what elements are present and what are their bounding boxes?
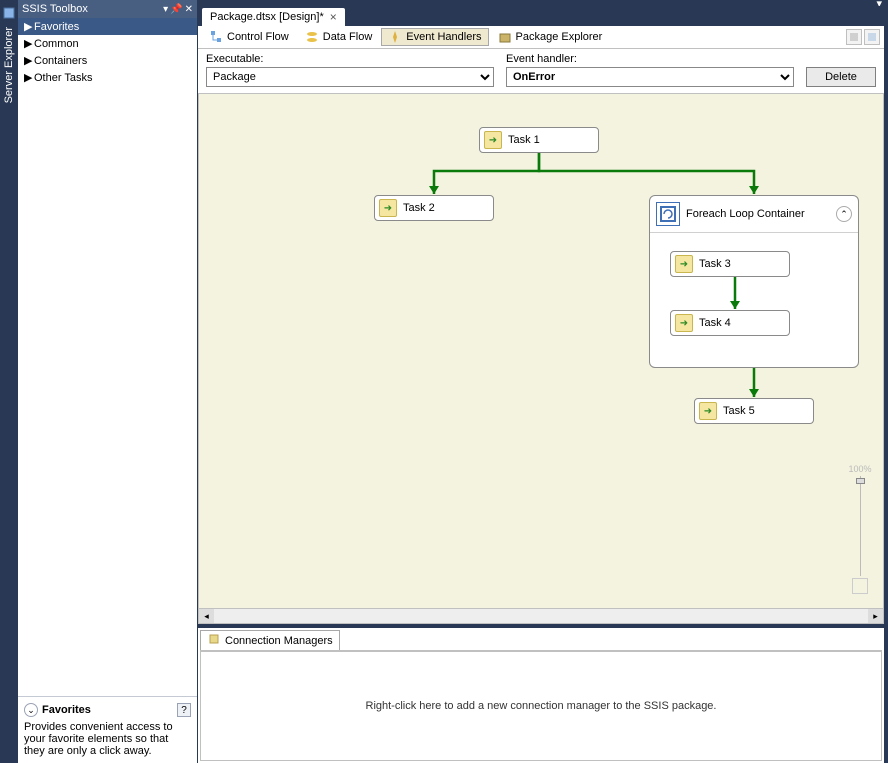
scroll-left-icon[interactable]: ◂ (199, 609, 214, 624)
data-flow-icon (305, 30, 319, 44)
designer-canvas[interactable]: ➜ Task 1 ➜ Task 2 Foreach Loop Container… (198, 93, 884, 624)
tab-data-flow[interactable]: Data Flow (298, 28, 380, 46)
task-icon: ➜ (484, 131, 502, 149)
task-label: Task 4 (699, 317, 731, 329)
connection-managers-label: Connection Managers (225, 635, 333, 647)
help-icon[interactable]: ? (177, 703, 191, 717)
collapse-icon[interactable]: ⌃ (836, 206, 852, 222)
connection-managers-icon (207, 632, 221, 649)
task-node-task5[interactable]: ➜ Task 5 (694, 398, 814, 424)
scroll-right-icon[interactable]: ▸ (868, 609, 883, 624)
toolbox-pin-icon[interactable]: 📌 (170, 4, 182, 15)
task-label: Task 2 (403, 202, 435, 214)
task-label: Task 5 (723, 405, 755, 417)
zoom-track[interactable] (860, 476, 861, 576)
task-node-task4[interactable]: ➜ Task 4 (670, 310, 790, 336)
server-explorer-strip[interactable]: Server Explorer (0, 0, 18, 763)
foreach-loop-icon (656, 202, 680, 226)
server-explorer-label: Server Explorer (3, 24, 15, 106)
document-body: Control Flow Data Flow Event Handlers Pa… (198, 26, 884, 763)
toolbox-header: SSIS Toolbox ▾ 📌 ✕ (18, 0, 197, 18)
toolbox-close-icon[interactable]: ✕ (185, 4, 193, 15)
container-label: Foreach Loop Container (686, 208, 805, 220)
task-icon: ➜ (699, 402, 717, 420)
server-icon (2, 6, 16, 20)
toolbox-item-containers[interactable]: ▶Containers (18, 52, 197, 69)
ssis-toolbox-panel: SSIS Toolbox ▾ 📌 ✕ ▶Favorites ▶Common ▶C… (18, 0, 198, 763)
toolbox-description: ⌄ Favorites ? Provides convenient access… (18, 696, 197, 763)
toolbox-item-favorites[interactable]: ▶Favorites (18, 18, 197, 35)
foreach-loop-container[interactable]: Foreach Loop Container ⌃ ➜ Task 3 (649, 195, 859, 368)
designer-tab-label: Control Flow (227, 31, 289, 43)
toolbox-dropdown-icon[interactable]: ▾ (163, 4, 168, 15)
zoom-slider[interactable]: 100% (845, 464, 875, 594)
designer-tab-label: Event Handlers (406, 31, 481, 43)
toolbox-list: ▶Favorites ▶Common ▶Containers ▶Other Ta… (18, 18, 197, 696)
task-icon: ➜ (675, 314, 693, 332)
toolbox-item-label: Common (34, 38, 79, 50)
event-handlers-icon (388, 30, 402, 44)
designer-tab-label: Data Flow (323, 31, 373, 43)
task-icon: ➜ (675, 255, 693, 273)
toolbox-desc-text: Provides convenient access to your favor… (24, 721, 191, 757)
zoom-percent: 100% (848, 464, 871, 474)
parameters-icon[interactable] (846, 29, 862, 45)
tab-event-handlers[interactable]: Event Handlers (381, 28, 488, 46)
document-tab[interactable]: Package.dtsx [Design]* × (202, 8, 345, 26)
event-handler-select[interactable]: OnError (506, 67, 794, 87)
task-label: Task 3 (699, 258, 731, 270)
task-label: Task 1 (508, 134, 540, 146)
executable-select[interactable]: Package (206, 67, 494, 87)
control-flow-icon (209, 30, 223, 44)
horizontal-scrollbar[interactable]: ◂ ▸ (199, 608, 883, 623)
zoom-thumb[interactable] (856, 478, 865, 484)
tab-connection-managers[interactable]: Connection Managers (200, 630, 340, 650)
toolbox-title: SSIS Toolbox (22, 3, 163, 15)
event-handler-label: Event handler: (506, 53, 794, 65)
package-explorer-icon (498, 30, 512, 44)
executable-label: Executable: (206, 53, 494, 65)
document-tab-label: Package.dtsx [Design]* (210, 11, 324, 23)
connection-managers-panel: Connection Managers Right-click here to … (198, 624, 884, 763)
tab-package-explorer[interactable]: Package Explorer (491, 28, 610, 46)
main-area: ▾ Package.dtsx [Design]* × Control Flow … (198, 0, 888, 763)
tab-control-flow[interactable]: Control Flow (202, 28, 296, 46)
task-icon: ➜ (379, 199, 397, 217)
connection-managers-hint: Right-click here to add a new connection… (366, 700, 717, 712)
toolbox-item-common[interactable]: ▶Common (18, 35, 197, 52)
toolbox-item-label: Other Tasks (34, 72, 93, 84)
event-handler-selectors: Executable: Package Event handler: OnErr… (198, 49, 884, 93)
toolbox-item-other-tasks[interactable]: ▶Other Tasks (18, 69, 197, 86)
task-node-task2[interactable]: ➜ Task 2 (374, 195, 494, 221)
zoom-fit-icon[interactable] (852, 578, 868, 594)
designer-tab-strip: Control Flow Data Flow Event Handlers Pa… (198, 26, 884, 49)
task-node-task1[interactable]: ➜ Task 1 (479, 127, 599, 153)
connection-managers-body[interactable]: Right-click here to add a new connection… (200, 651, 882, 761)
variables-icon[interactable] (864, 29, 880, 45)
close-icon[interactable]: × (330, 11, 337, 23)
chevron-down-icon[interactable]: ⌄ (24, 703, 38, 717)
toolbox-desc-title: Favorites (42, 704, 91, 716)
designer-tab-label: Package Explorer (516, 31, 603, 43)
task-node-task3[interactable]: ➜ Task 3 (670, 251, 790, 277)
document-tab-strip: Package.dtsx [Design]* × (198, 6, 888, 26)
delete-button[interactable]: Delete (806, 67, 876, 87)
toolbox-item-label: Favorites (34, 21, 79, 33)
toolbox-item-label: Containers (34, 55, 87, 67)
